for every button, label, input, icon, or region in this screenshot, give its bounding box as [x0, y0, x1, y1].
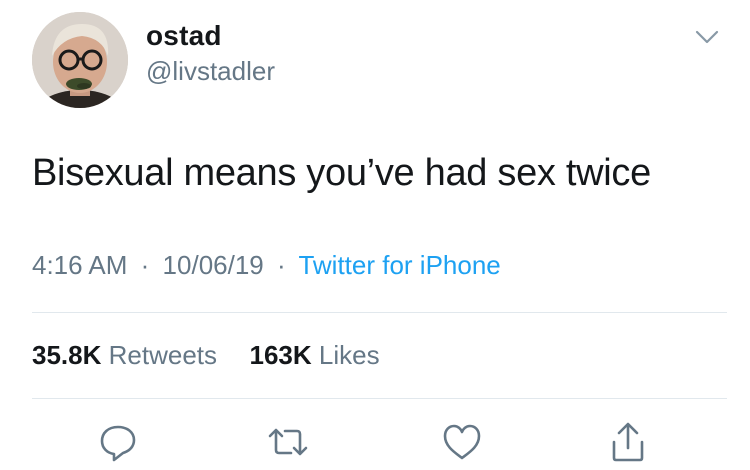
meta-separator: · — [140, 250, 150, 280]
reply-icon[interactable] — [96, 420, 140, 464]
likes-stat[interactable]: 163K Likes — [242, 340, 379, 370]
tweet-meta: 4:16 AM · 10/06/19 · Twitter for iPhone — [32, 250, 501, 281]
avatar-image — [32, 12, 128, 108]
like-icon[interactable] — [440, 420, 484, 464]
display-name[interactable]: ostad — [146, 20, 222, 52]
retweets-label: Retweets — [108, 340, 218, 370]
share-icon[interactable] — [606, 420, 650, 464]
tweet-date[interactable]: 10/06/19 — [163, 250, 264, 280]
retweets-count: 35.8K — [32, 340, 102, 370]
meta-separator: · — [277, 250, 286, 280]
retweet-icon[interactable] — [266, 420, 310, 464]
tweet-text: Bisexual means you’ve had sex twice — [32, 152, 651, 194]
likes-label: Likes — [318, 340, 380, 370]
user-handle[interactable]: @livstadler — [146, 56, 275, 87]
tweet-stats: 35.8K Retweets 163K Likes — [32, 340, 380, 371]
tweet-source-link[interactable]: Twitter for iPhone — [298, 250, 500, 280]
avatar[interactable] — [32, 12, 128, 108]
tweet-detail: ostad @livstadler Bisexual means you’ve … — [0, 0, 750, 470]
chevron-down-icon[interactable] — [692, 26, 722, 48]
likes-count: 163K — [249, 340, 312, 370]
tweet-time[interactable]: 4:16 AM — [32, 250, 127, 280]
divider — [32, 398, 727, 399]
divider — [32, 312, 727, 313]
retweets-stat[interactable]: 35.8K Retweets — [32, 340, 224, 370]
